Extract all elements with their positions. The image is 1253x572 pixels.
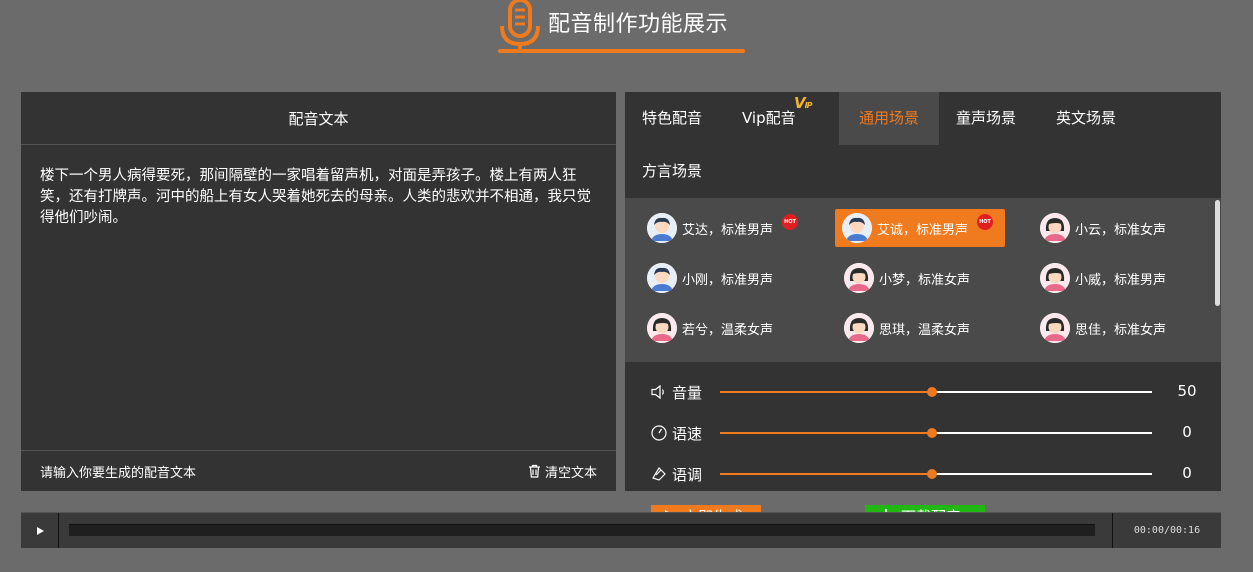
volume-slider-handle[interactable] [926,387,937,397]
speaker-icon [651,384,664,400]
clear-text-button[interactable]: 清空文本 [528,462,597,481]
hot-badge-icon: HOT [782,214,798,230]
speed-slider-row: 语速 0 [650,421,1210,445]
voice-label: 思琪，温柔女声 [879,322,971,338]
play-button[interactable] [21,513,59,548]
voice-item-selected[interactable]: 艾诚，标准男声 HOT [835,209,1005,247]
tone-icon [652,467,666,481]
speedometer-icon [651,425,667,441]
female-avatar-icon [1040,313,1070,343]
speed-slider-handle[interactable] [926,428,937,438]
tone-slider-row: 语调 0 [650,462,1210,486]
hot-badge-icon: HOT [977,214,993,230]
tone-slider[interactable] [720,469,1152,479]
audio-progress-bar[interactable] [69,524,1095,536]
voice-label: 小云，标准女声 [1075,222,1167,238]
play-icon [36,526,44,535]
female-avatar-icon [1040,213,1070,243]
tone-slider-fill [720,473,932,475]
tab-featured[interactable]: 特色配音 [642,92,702,145]
voice-label: 艾诚，标准男声 [877,222,969,238]
speed-value: 0 [1182,423,1192,441]
voice-settings: 音量 50 语速 0 语调 0 [625,362,1221,491]
title-underline [498,49,745,53]
clear-text-label: 清空文本 [544,465,597,481]
dubbing-text-area[interactable]: 楼下一个男人病得要死，那间隔壁的一家唱着留声机，对面是弄孩子。楼上有两人狂笑，还… [40,166,600,229]
voice-label: 若兮，温柔女声 [682,322,774,338]
male-avatar-icon [647,263,677,293]
volume-value: 50 [1177,382,1197,400]
speed-label: 语速 [672,425,703,443]
volume-slider[interactable] [720,387,1152,397]
voice-item[interactable]: 若兮，温柔女声 [640,309,810,347]
voice-label: 小刚，标准男声 [682,272,774,288]
tab-vip-label: Vip配音 [742,109,796,127]
voice-label: 思佳，标准女声 [1075,322,1167,338]
scene-tabs: 特色配音 Vip配音 VIP 通用场景 童声场景 英文场景 方言场景 [625,92,1221,198]
text-panel-title: 配音文本 [21,92,616,145]
audio-time: 00:00/00:16 [1112,513,1221,548]
text-panel: 配音文本 楼下一个男人病得要死，那间隔壁的一家唱着留声机，对面是弄孩子。楼上有两… [21,92,616,491]
speed-slider-fill [720,432,932,434]
voice-panel: 特色配音 Vip配音 VIP 通用场景 童声场景 英文场景 方言场景 艾达，标准… [625,92,1221,491]
tone-value: 0 [1182,464,1192,482]
volume-slider-fill [720,391,932,393]
trash-icon [528,464,540,478]
female-avatar-icon [844,263,874,293]
audio-player: 00:00/00:16 [21,512,1221,548]
female-avatar-icon [647,313,677,343]
voice-list-scrollbar[interactable] [1215,200,1220,306]
voice-label: 艾达，标准男声 [682,222,774,238]
female-avatar-icon [1040,263,1070,293]
voice-list: 艾达，标准男声 HOT 艾诚，标准男声 HOT 小云，标准女声 小刚，标准男声 … [625,198,1221,362]
text-panel-footer: 请输入你要生成的配音文本 清空文本 [21,450,616,491]
tab-vip[interactable]: Vip配音 VIP [742,92,812,145]
tone-slider-handle[interactable] [926,469,937,479]
voice-item[interactable]: 小梦，标准女声 [837,259,1007,297]
voice-item[interactable]: 思佳，标准女声 [1033,309,1203,347]
tab-dialect[interactable]: 方言场景 [642,145,702,198]
tab-english[interactable]: 英文场景 [1056,92,1116,145]
tone-label: 语调 [672,466,703,484]
volume-slider-row: 音量 50 [650,380,1210,404]
voice-item[interactable]: 小刚，标准男声 [640,259,810,297]
voice-item[interactable]: 小威，标准男声 [1033,259,1203,297]
tab-children[interactable]: 童声场景 [956,92,1016,145]
male-avatar-icon [647,213,677,243]
input-hint: 请输入你要生成的配音文本 [40,465,197,481]
voice-item[interactable]: 小云，标准女声 [1033,209,1203,247]
voice-label: 小威，标准男声 [1075,272,1167,288]
page-title: 配音制作功能展示 [548,12,729,37]
page-header: 配音制作功能展示 [498,0,748,56]
voice-item[interactable]: 思琪，温柔女声 [837,309,1007,347]
microphone-icon [500,0,540,51]
male-avatar-icon [842,213,872,243]
tab-general[interactable]: 通用场景 [839,92,939,145]
volume-label: 音量 [672,384,703,402]
vip-badge-icon: VIP [794,94,812,112]
voice-label: 小梦，标准女声 [879,272,971,288]
female-avatar-icon [844,313,874,343]
voice-item[interactable]: 艾达，标准男声 HOT [640,209,810,247]
speed-slider[interactable] [720,428,1152,438]
